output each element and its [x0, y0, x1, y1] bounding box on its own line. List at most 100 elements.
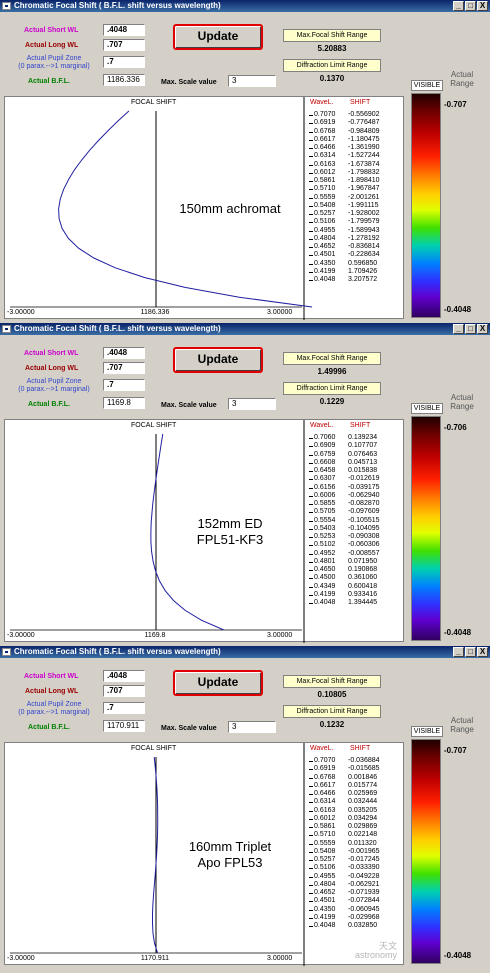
table-row: 0.4955 -1.589943: [309, 227, 388, 235]
pupil-zone-label: Actual Pupil Zone (0 parax.-->1 marginal): [12, 701, 96, 717]
row-tick: [309, 802, 313, 804]
pupil-zone-label-line1: Actual Pupil Zone: [26, 55, 82, 62]
shift-cell: 0.933416: [348, 590, 378, 598]
table-row: 0.5257 -0.017245: [309, 856, 388, 864]
shift-cell: 0.190868: [348, 566, 378, 573]
table-row: 0.4955 -0.049228: [309, 873, 388, 881]
table-row: 0.5559 0.011320: [309, 840, 388, 848]
shift-cell: 0.034294: [348, 814, 378, 822]
row-tick: [309, 594, 313, 596]
table-row: 0.6466 -1.361990: [309, 144, 388, 152]
table-row: 0.6768 0.001846: [309, 773, 388, 782]
actual-range-line2: Range: [450, 402, 474, 411]
pupil-zone-label-line2: (0 parax.-->1 marginal): [18, 386, 90, 393]
wavelength-cell: 0.4199: [314, 913, 336, 921]
wavelength-shift-table: 0.7070 -0.036884 0.6919 -0.015685 0.6768 0.00…: [309, 757, 388, 930]
max-scale-field[interactable]: 3: [228, 398, 276, 410]
shift-cell: -0.082870: [348, 500, 380, 507]
row-tick: [309, 172, 313, 174]
pupil-zone-field[interactable]: .7: [103, 56, 145, 68]
long-wl-field[interactable]: .707: [103, 362, 145, 374]
long-wl-field[interactable]: .707: [103, 685, 145, 697]
shift-cell: -1.991115: [348, 201, 379, 209]
shift-cell: -1.967847: [348, 185, 380, 193]
shift-cell: -1.180475: [348, 135, 380, 143]
chromatic-focal-shift-window: Chromatic Focal Shift ( B.F.L. shift ver…: [0, 646, 490, 973]
wavelength-cell: 0.6768: [314, 127, 336, 135]
table-row: 0.6156 -0.039175: [309, 484, 388, 492]
long-wl-field[interactable]: .707: [103, 39, 145, 51]
row-tick: [309, 528, 313, 530]
bfl-field[interactable]: 1170.911: [103, 720, 145, 732]
wavelength-cell: 0.6919: [314, 765, 336, 773]
row-tick: [309, 205, 313, 207]
table-row: 0.4199 -0.029968: [309, 913, 388, 922]
x-axis-center-label: 1186.336: [140, 309, 170, 316]
wavelength-cell: 0.5257: [314, 856, 336, 863]
short-wl-field[interactable]: .4048: [103, 347, 145, 359]
shift-cell: 0.600418: [348, 582, 378, 590]
table-row: 0.4501 -0.072844: [309, 897, 388, 905]
maximize-button[interactable]: □: [465, 647, 476, 657]
table-row: 0.6163 -1.673874: [309, 161, 388, 169]
row-tick: [309, 761, 313, 762]
max-scale-field[interactable]: 3: [228, 721, 276, 733]
update-button[interactable]: Update: [173, 24, 263, 50]
pupil-zone-label: Actual Pupil Zone (0 parax.-->1 marginal): [12, 55, 96, 71]
wavelength-cell: 0.5861: [314, 177, 336, 184]
wavelength-cell: 0.6617: [314, 781, 336, 789]
x-axis-center-label: 1169.8: [144, 632, 166, 639]
table-row: 0.6909 0.107707: [309, 442, 388, 450]
max-focal-shift-value: 1.49996: [317, 367, 347, 376]
minimize-button[interactable]: _: [453, 647, 464, 657]
bfl-field[interactable]: 1186.336: [103, 74, 145, 86]
pupil-zone-field[interactable]: .7: [103, 379, 145, 391]
close-button[interactable]: X: [477, 1, 488, 11]
table-row: 0.4350 -0.060945: [309, 906, 388, 914]
row-tick: [309, 893, 313, 894]
close-button[interactable]: X: [477, 324, 488, 334]
row-tick: [309, 909, 313, 911]
update-button[interactable]: Update: [173, 670, 263, 696]
wavelength-cell: 0.4048: [314, 599, 336, 606]
shift-cell: 0.015774: [348, 781, 378, 789]
wavelength-cell: 0.5253: [314, 533, 336, 540]
visible-button[interactable]: VISIBLE: [411, 726, 443, 737]
shift-cell: 0.015838: [348, 467, 378, 474]
short-wl-field[interactable]: .4048: [103, 24, 145, 36]
shift-cell: -0.556902: [348, 111, 380, 118]
visible-button[interactable]: VISIBLE: [411, 80, 443, 91]
visible-button[interactable]: VISIBLE: [411, 403, 443, 414]
wavelength-cell: 0.5705: [314, 508, 336, 516]
maximize-button[interactable]: □: [465, 324, 476, 334]
wavelength-cell: 0.6006: [314, 491, 336, 499]
pupil-zone-field[interactable]: .7: [103, 702, 145, 714]
maximize-button[interactable]: □: [465, 1, 476, 11]
table-row: 0.4804 -1.278192: [309, 235, 388, 243]
shift-cell: 0.001846: [348, 773, 378, 781]
actual-range-label: Actual Range: [444, 70, 480, 88]
table-row: 0.4652 -0.836814: [309, 243, 388, 251]
table-row: 0.4501 -0.228634: [309, 251, 388, 259]
row-tick: [309, 876, 313, 878]
title-bar: Chromatic Focal Shift ( B.F.L. shift ver…: [0, 646, 490, 658]
shift-cell: 0.032444: [348, 798, 378, 806]
spectrum-colorbar: [411, 739, 441, 964]
close-button[interactable]: X: [477, 647, 488, 657]
row-tick: [309, 148, 313, 149]
short-wl-field[interactable]: .4048: [103, 670, 145, 682]
wavelength-cell: 0.6768: [314, 773, 336, 781]
update-button[interactable]: Update: [173, 347, 263, 373]
minimize-button[interactable]: _: [453, 1, 464, 11]
minimize-button[interactable]: _: [453, 324, 464, 334]
window-controls: _ □ X: [453, 324, 488, 334]
table-row: 0.6768 -0.984809: [309, 127, 388, 136]
actual-range-line1: Actual: [450, 716, 474, 725]
wavelength-cell: 0.4952: [314, 549, 336, 557]
shift-cell: -0.097609: [348, 508, 380, 516]
bfl-field[interactable]: 1169.8: [103, 397, 145, 409]
row-tick: [309, 189, 313, 191]
table-row: 0.5855 -0.082870: [309, 500, 388, 508]
row-tick: [309, 123, 313, 125]
max-scale-field[interactable]: 3: [228, 75, 276, 87]
